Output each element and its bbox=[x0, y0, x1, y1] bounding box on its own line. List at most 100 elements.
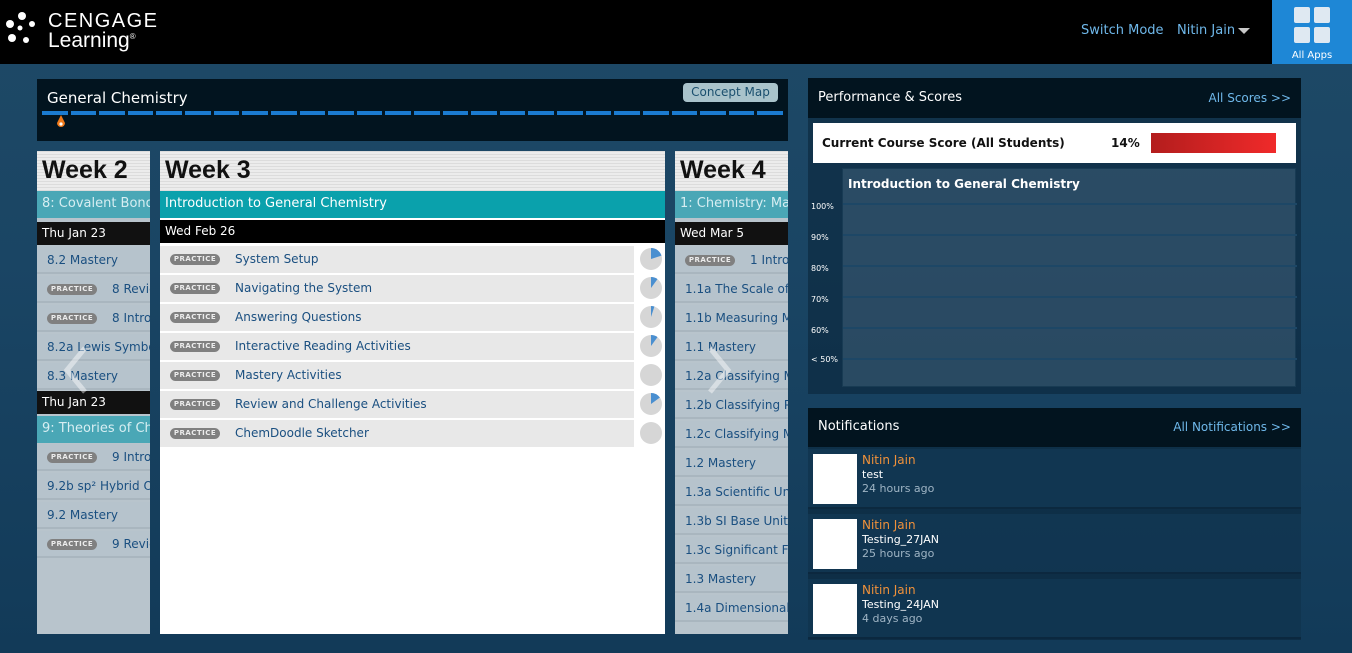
activity-row[interactable]: 1.2b Classifying P bbox=[675, 392, 788, 419]
timeline-segment[interactable] bbox=[127, 111, 154, 115]
activity-row[interactable]: PRACTICE 8 Intro bbox=[37, 305, 150, 332]
notification-item[interactable]: Nitin Jain Testing_27JAN 25 hours ago bbox=[808, 514, 1301, 574]
notification-time: 4 days ago bbox=[862, 612, 923, 625]
activity-row[interactable]: 1.3b SI Base Units bbox=[675, 508, 788, 535]
timeline-segment[interactable] bbox=[99, 111, 125, 115]
performance-title: Performance & Scores bbox=[818, 90, 962, 105]
activity-row[interactable]: PRACTICE Mastery Activities bbox=[160, 362, 634, 389]
week-current-date: Wed Feb 26 bbox=[160, 220, 665, 243]
activity-row[interactable]: PRACTICE System Setup bbox=[160, 246, 634, 273]
all-scores-link[interactable]: All Scores >> bbox=[1209, 91, 1291, 105]
y-tick-label: 100% bbox=[811, 202, 834, 211]
week-prev-topic-1[interactable]: 8: Covalent Bond bbox=[37, 191, 150, 218]
timeline-segment[interactable] bbox=[557, 111, 583, 115]
activity-label: 9 Intro bbox=[112, 450, 150, 464]
previous-week-arrow-icon[interactable] bbox=[63, 345, 89, 395]
activity-row[interactable]: 1.3c Significant Fi bbox=[675, 537, 788, 564]
timeline-segment[interactable] bbox=[185, 111, 211, 115]
notifications-header: Notifications All Notifications >> bbox=[808, 408, 1301, 447]
activity-row[interactable]: 8.2 Mastery bbox=[37, 247, 150, 274]
progress-pie-icon bbox=[640, 335, 662, 357]
current-week-marker-icon[interactable] bbox=[56, 115, 66, 129]
timeline-segment[interactable] bbox=[328, 111, 354, 115]
activity-row[interactable]: PRACTICE Answering Questions bbox=[160, 304, 634, 331]
activity-label: 1.3a Scientific Un bbox=[685, 485, 788, 499]
activity-row[interactable]: 9.2 Mastery bbox=[37, 502, 150, 529]
course-title: General Chemistry bbox=[47, 89, 188, 107]
concept-map-button[interactable]: Concept Map bbox=[683, 83, 778, 102]
notification-sender[interactable]: Nitin Jain bbox=[862, 453, 916, 467]
notification-item[interactable]: Nitin Jain test 24 hours ago bbox=[808, 449, 1301, 509]
all-apps-button[interactable]: All Apps bbox=[1272, 0, 1352, 64]
timeline-segment[interactable] bbox=[385, 111, 411, 115]
timeline-segment[interactable] bbox=[213, 111, 240, 115]
activity-row[interactable]: PRACTICE Interactive Reading Activities bbox=[160, 333, 634, 360]
gridline bbox=[843, 327, 1297, 329]
activity-row[interactable]: 1.1a The Scale of bbox=[675, 276, 788, 303]
activity-row[interactable]: 1.1b Measuring M bbox=[675, 305, 788, 332]
timeline-segment[interactable] bbox=[299, 111, 326, 115]
activity-row[interactable]: PRACTICE ChemDoodle Sketcher bbox=[160, 420, 634, 447]
timeline-segment[interactable] bbox=[585, 111, 612, 115]
week-prev-date-1: Thu Jan 23 bbox=[37, 222, 150, 245]
cengage-logo-icon bbox=[6, 12, 35, 43]
practice-badge: PRACTICE bbox=[170, 399, 220, 410]
notification-sender[interactable]: Nitin Jain bbox=[862, 518, 916, 532]
avatar bbox=[813, 584, 857, 634]
activity-label: 1.2b Classifying P bbox=[685, 398, 788, 412]
week-next-topic[interactable]: 1: Chemistry: Ma bbox=[675, 191, 788, 218]
activity-row[interactable]: PRACTICE Review and Challenge Activities bbox=[160, 391, 634, 418]
activity-row[interactable]: 1.3a Scientific Un bbox=[675, 479, 788, 506]
week-current-topic[interactable]: Introduction to General Chemistry bbox=[160, 191, 665, 218]
activity-row[interactable]: 1.2 Mastery bbox=[675, 450, 788, 477]
timeline-segment[interactable] bbox=[757, 111, 783, 115]
chevron-down-icon[interactable] bbox=[1238, 28, 1250, 34]
timeline-segment[interactable] bbox=[156, 111, 183, 115]
timeline-segment[interactable] bbox=[471, 111, 497, 115]
activity-row[interactable]: 1.2c Classifying M bbox=[675, 421, 788, 448]
activity-label: 1.2a Classifying M bbox=[685, 369, 788, 383]
practice-badge: PRACTICE bbox=[685, 255, 735, 266]
timeline-segment[interactable] bbox=[614, 111, 640, 115]
user-menu[interactable]: Nitin Jain bbox=[1177, 23, 1235, 38]
switch-mode-link[interactable]: Switch Mode bbox=[1081, 23, 1164, 38]
timeline-segment[interactable] bbox=[528, 111, 555, 115]
notification-sender[interactable]: Nitin Jain bbox=[862, 583, 916, 597]
timeline-segment[interactable] bbox=[356, 111, 383, 115]
activity-row[interactable]: 1.4a Dimensional bbox=[675, 595, 788, 622]
timeline-segment[interactable] bbox=[499, 111, 526, 115]
timeline-segment[interactable] bbox=[242, 111, 268, 115]
week-current-column: Week 3 Introduction to General Chemistry… bbox=[160, 151, 665, 634]
next-week-arrow-icon[interactable] bbox=[706, 345, 732, 395]
activity-row[interactable]: 9.2b sp² Hybrid O bbox=[37, 473, 150, 500]
activity-row[interactable]: PRACTICE 9 Intro bbox=[37, 444, 150, 471]
progress-pie-icon bbox=[640, 422, 662, 444]
week-prev-header: Week 2 bbox=[37, 151, 150, 191]
timeline-segment[interactable] bbox=[700, 111, 726, 115]
timeline-bar[interactable] bbox=[42, 111, 783, 115]
timeline-segment[interactable] bbox=[414, 111, 440, 115]
week-prev-topic-2[interactable]: 9: Theories of Ch bbox=[37, 416, 150, 443]
timeline-segment[interactable] bbox=[728, 111, 755, 115]
activity-label: System Setup bbox=[235, 252, 319, 266]
activity-row[interactable]: PRACTICE 8 Revie bbox=[37, 276, 150, 303]
timeline-segment[interactable] bbox=[642, 111, 669, 115]
activity-row[interactable]: 1.3 Mastery bbox=[675, 566, 788, 593]
activity-row[interactable]: PRACTICE 1 Intro bbox=[675, 247, 788, 274]
practice-badge: PRACTICE bbox=[47, 284, 97, 295]
timeline-segment[interactable] bbox=[270, 111, 297, 115]
activity-row[interactable]: 8.2a Lewis Symbol bbox=[37, 334, 150, 361]
timeline-segment[interactable] bbox=[70, 111, 97, 115]
activity-row[interactable]: PRACTICE 9 Revie bbox=[37, 531, 150, 558]
notification-item[interactable]: Nitin Jain Testing_24JAN 4 days ago bbox=[808, 579, 1301, 639]
practice-badge: PRACTICE bbox=[47, 452, 97, 463]
timeline-segment[interactable] bbox=[442, 111, 469, 115]
activity-row[interactable]: 8.3 Mastery bbox=[37, 363, 150, 390]
timeline-segment[interactable] bbox=[671, 111, 698, 115]
apps-grid-icon bbox=[1294, 7, 1330, 43]
score-bar bbox=[1151, 133, 1276, 153]
cengage-logo[interactable]: CENGAGE Learning® bbox=[4, 8, 157, 56]
all-notifications-link[interactable]: All Notifications >> bbox=[1173, 420, 1291, 434]
notification-time: 25 hours ago bbox=[862, 547, 935, 560]
activity-row[interactable]: PRACTICE Navigating the System bbox=[160, 275, 634, 302]
